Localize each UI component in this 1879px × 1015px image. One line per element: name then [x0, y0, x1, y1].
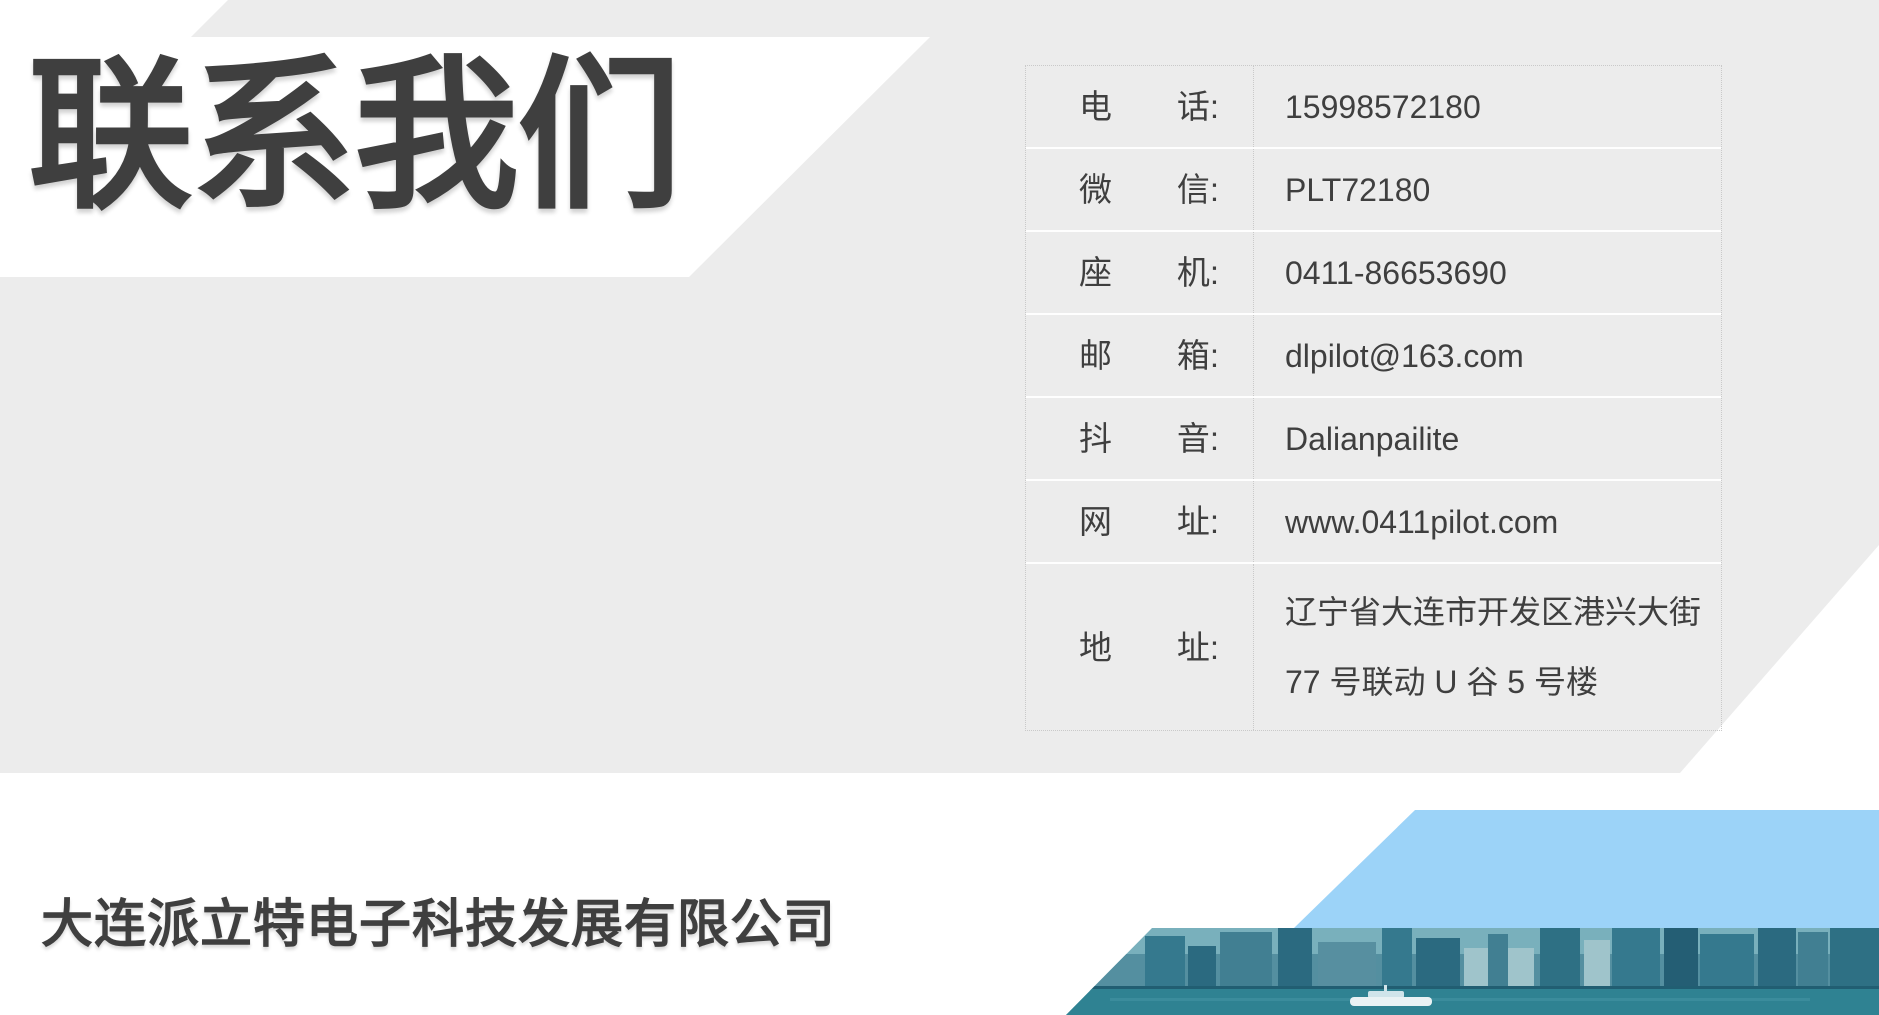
douyin-value: Dalianpailite [1254, 398, 1721, 479]
company-name: 大连派立特电子科技发展有限公司 [41, 882, 836, 957]
label-char: 箱: [1177, 339, 1219, 372]
row-label-cell: 邮 箱: [1026, 315, 1254, 396]
label-char: 址: [1177, 631, 1219, 664]
row-label-cell: 地 址: [1026, 564, 1254, 730]
row-label: 抖 音: [1079, 422, 1219, 455]
row-label: 座 机: [1079, 256, 1219, 289]
address-line-1: 辽宁省大连市开发区港兴大街 [1285, 596, 1701, 628]
label-char: 邮 [1079, 339, 1112, 372]
label-char: 址: [1177, 505, 1219, 538]
email-value: dlpilot@163.com [1254, 315, 1721, 396]
label-char: 微 [1079, 173, 1112, 206]
row-label: 网 址: [1079, 505, 1219, 538]
label-char: 地 [1079, 631, 1112, 664]
row-label-cell: 座 机: [1026, 232, 1254, 313]
label-char: 电 [1079, 90, 1112, 123]
label-char: 座 [1079, 256, 1112, 289]
table-row-wechat: 微 信: PLT72180 [1026, 149, 1721, 232]
address-line-2: 77 号联动 U 谷 5 号楼 [1285, 666, 1598, 698]
page-title: 联系我们 [28, 42, 680, 232]
website-value: www.0411pilot.com [1254, 481, 1721, 562]
row-label: 邮 箱: [1079, 339, 1219, 372]
table-row-address: 地 址: 辽宁省大连市开发区港兴大街 77 号联动 U 谷 5 号楼 [1026, 564, 1721, 730]
label-char: 音: [1177, 422, 1219, 455]
contact-table: 电 话: 15998572180 微 信: PLT72180 座 机: 0411… [1025, 65, 1722, 731]
row-label-cell: 微 信: [1026, 149, 1254, 230]
label-char: 抖 [1079, 422, 1112, 455]
table-row-landline: 座 机: 0411-86653690 [1026, 232, 1721, 315]
label-char: 信: [1177, 173, 1219, 206]
row-label: 微 信: [1079, 173, 1219, 206]
row-label-cell: 抖 音: [1026, 398, 1254, 479]
table-row-email: 邮 箱: dlpilot@163.com [1026, 315, 1721, 398]
address-value: 辽宁省大连市开发区港兴大街 77 号联动 U 谷 5 号楼 [1254, 564, 1721, 730]
phone-value: 15998572180 [1254, 66, 1721, 147]
table-row-website: 网 址: www.0411pilot.com [1026, 481, 1721, 564]
wechat-value: PLT72180 [1254, 149, 1721, 230]
label-char: 网 [1079, 505, 1112, 538]
row-label: 电 话: [1079, 90, 1219, 123]
row-label: 地 址: [1079, 631, 1219, 664]
row-label-cell: 网 址: [1026, 481, 1254, 562]
landline-value: 0411-86653690 [1254, 232, 1721, 313]
city-skyline-graphic [1050, 928, 1879, 1015]
label-char: 话: [1177, 90, 1219, 123]
row-label-cell: 电 话: [1026, 66, 1254, 147]
label-char: 机: [1177, 256, 1219, 289]
table-row-douyin: 抖 音: Dalianpailite [1026, 398, 1721, 481]
table-row-phone: 电 话: 15998572180 [1026, 66, 1721, 149]
